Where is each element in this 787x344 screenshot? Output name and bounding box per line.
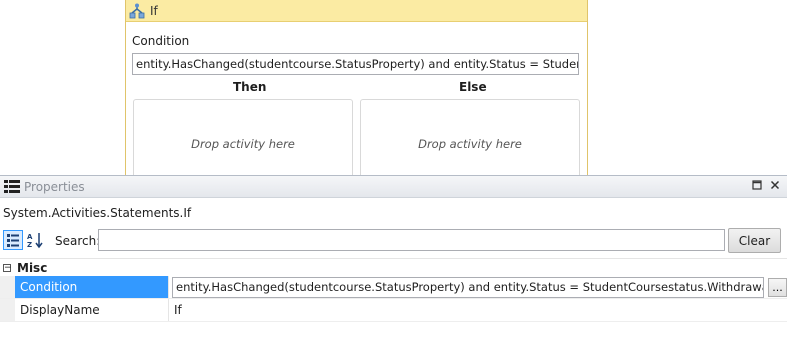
then-drop-text: Drop activity here bbox=[191, 137, 295, 151]
search-input[interactable] bbox=[98, 229, 725, 251]
property-row-displayname[interactable]: DisplayName If bbox=[0, 299, 787, 322]
sort-alphabetical-button[interactable]: A Z bbox=[26, 231, 44, 249]
row-gutter bbox=[0, 299, 15, 321]
properties-toolbar: A Z Search: Clear bbox=[0, 228, 787, 254]
if-activity-header[interactable]: If bbox=[126, 0, 587, 22]
ellipsis-button[interactable]: ... bbox=[768, 277, 787, 297]
if-activity-icon bbox=[129, 3, 145, 18]
maximize-icon[interactable] bbox=[751, 180, 763, 192]
properties-grid-icon bbox=[4, 179, 20, 193]
workflow-designer: If Condition entity.HasChanged(studentco… bbox=[0, 0, 787, 189]
then-label: Then bbox=[233, 80, 267, 94]
properties-title: Properties bbox=[24, 179, 85, 194]
property-name-displayname[interactable]: DisplayName bbox=[15, 299, 169, 321]
search-label: Search: bbox=[55, 234, 101, 248]
else-label: Else bbox=[459, 80, 487, 94]
sort-az-icon: A Z bbox=[27, 233, 43, 249]
collapse-icon[interactable]: − bbox=[3, 263, 12, 272]
clear-button[interactable]: Clear bbox=[728, 228, 781, 253]
svg-text:A: A bbox=[27, 233, 33, 241]
condition-label: Condition bbox=[132, 34, 190, 48]
else-drop-text: Drop activity here bbox=[418, 137, 522, 151]
condition-expression-box[interactable]: entity.HasChanged(studentcourse.StatusPr… bbox=[132, 53, 579, 75]
property-row-condition[interactable]: Condition entity.HasChanged(studentcours… bbox=[0, 276, 787, 299]
category-row-misc[interactable]: − Misc bbox=[0, 258, 787, 276]
category-name: Misc bbox=[17, 260, 48, 275]
close-icon[interactable] bbox=[769, 180, 781, 192]
condition-value-input[interactable]: entity.HasChanged(studentcourse.StatusPr… bbox=[172, 276, 764, 298]
property-value-cell: If bbox=[169, 299, 787, 321]
if-activity-title: If bbox=[150, 3, 158, 18]
if-activity[interactable]: If Condition entity.HasChanged(studentco… bbox=[125, 0, 588, 189]
row-gutter bbox=[0, 276, 15, 298]
properties-panel: Properties System.Activities.Statements.… bbox=[0, 175, 787, 344]
property-name-condition[interactable]: Condition bbox=[15, 276, 169, 298]
property-value-cell: entity.HasChanged(studentcourse.StatusPr… bbox=[169, 276, 787, 298]
svg-text:Z: Z bbox=[27, 241, 32, 249]
property-grid: − Misc Condition entity.HasChanged(stude… bbox=[0, 258, 787, 322]
categorize-button[interactable] bbox=[3, 230, 23, 250]
selected-type-name: System.Activities.Statements.If bbox=[3, 206, 192, 220]
categorize-icon bbox=[7, 234, 19, 247]
displayname-value[interactable]: If bbox=[172, 303, 182, 317]
properties-titlebar[interactable]: Properties bbox=[0, 176, 787, 198]
